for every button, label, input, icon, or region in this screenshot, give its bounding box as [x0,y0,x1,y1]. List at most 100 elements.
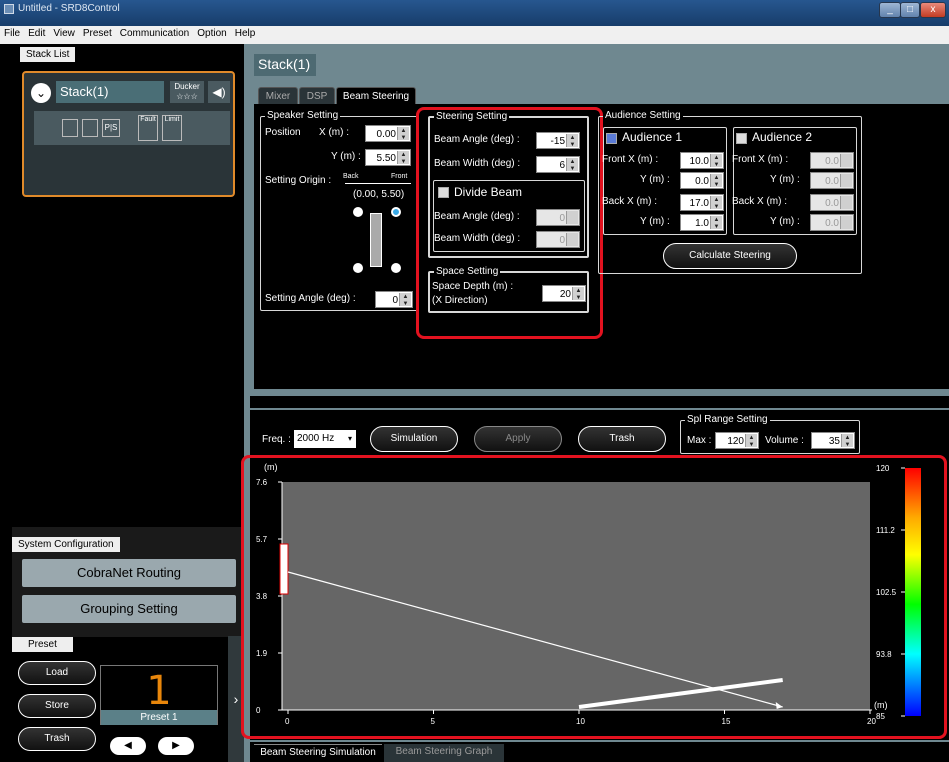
spin-down-icon[interactable]: ▼ [399,135,408,141]
close-button[interactable]: x [920,2,946,18]
a2-front-y-field[interactable]: 0.0 [810,172,854,189]
audience2-group: Audience 2 Front X (m) : 0.0 Y (m) : 0.0… [732,127,857,235]
preset-panel: Preset Load Store Trash 1 Preset 1 ◀ ▶ [12,637,240,762]
tab-preset[interactable]: Preset [12,637,73,652]
ducker-label: Ducker [174,82,200,91]
tab-beam-steering-graph[interactable]: Beam Steering Graph [384,744,504,762]
menu-help[interactable]: Help [231,26,260,41]
spin-down-icon[interactable]: ▼ [574,295,583,301]
menu-preset[interactable]: Preset [79,26,116,41]
spin-down-icon[interactable]: ▼ [568,142,577,148]
next-preset-button[interactable]: ▶ [158,737,194,755]
tab-dsp[interactable]: DSP [299,87,335,105]
a1-front-x-field[interactable]: 10.0 ▲ ▼ [680,152,724,169]
menu-file[interactable]: File [0,26,24,41]
store-button[interactable]: Store [18,694,96,718]
trash-button[interactable]: Trash [578,426,666,452]
apply-button[interactable]: Apply [474,426,562,452]
load-button[interactable]: Load [18,661,96,685]
a2-back-x-label: Back X (m) : [732,196,788,207]
spin-down-icon[interactable]: ▼ [568,166,577,172]
tab-system-configuration[interactable]: System Configuration [12,537,120,552]
tab-stack-list[interactable]: Stack List [20,47,76,62]
origin-point-selected[interactable] [391,207,401,217]
a1-back-y-value: 1.0 [695,218,709,229]
a2-back-x-field[interactable]: 0.0 [810,194,854,211]
menu-edit[interactable]: Edit [24,26,49,41]
audience1-group: Audience 1 Front X (m) : 10.0 ▲ ▼ Y (m) : … [602,127,727,235]
a1-back-x-value: 17.0 [689,198,709,209]
spin-down-icon[interactable]: ▼ [747,442,756,448]
menu-option[interactable]: Option [193,26,230,41]
splitter-bar[interactable] [250,396,949,408]
trash-preset-button[interactable]: Trash [18,727,96,751]
audience1-checkbox[interactable] [606,133,617,144]
volume-field[interactable]: 35 ▲ ▼ [811,432,855,449]
title-bar: Untitled - SRD8Control _ □ x [0,0,949,26]
origin-arrow [345,183,411,184]
minimize-button[interactable]: _ [879,2,901,18]
speaker-y-field[interactable]: 5.50 ▲ ▼ [365,149,411,166]
speaker-x-field[interactable]: 0.00 ▲ ▼ [365,125,411,142]
ducker-indicator: Ducker ☆☆☆ [170,81,204,103]
spin-down-icon[interactable]: ▼ [712,204,721,210]
setting-angle-field[interactable]: 0 ▲ ▼ [375,291,413,308]
audience2-label: Audience 2 [752,130,813,144]
cobranet-routing-button[interactable]: CobraNet Routing [22,559,236,587]
spin-down-icon[interactable]: ▼ [712,182,721,188]
spin-up-icon[interactable]: ▲ [401,294,410,300]
menu-view[interactable]: View [49,26,79,41]
spl-range-group: Spl Range Setting Max : 120 ▲ ▼ Volume : 3… [680,414,860,454]
freq-select[interactable]: 2000 Hz ▾ [294,430,356,448]
spin-up-icon[interactable]: ▲ [399,128,408,134]
a2-front-x-value: 0.0 [825,156,839,167]
spin-down-icon[interactable]: ▼ [712,162,721,168]
spin-up-icon[interactable]: ▲ [712,175,721,181]
maximize-button[interactable]: □ [900,2,920,18]
spin-up-icon[interactable]: ▲ [399,152,408,158]
simulation-button[interactable]: Simulation [370,426,458,452]
spin-up-icon[interactable]: ▲ [712,197,721,203]
spin-down-icon[interactable]: ▼ [843,442,852,448]
preset-display: 1 Preset 1 [100,665,218,725]
spin-up-icon[interactable]: ▲ [712,155,721,161]
limit-label: Limit [164,116,180,123]
audience2-checkbox[interactable] [736,133,747,144]
max-field[interactable]: 120 ▲ ▼ [715,432,759,449]
prev-preset-button[interactable]: ◀ [110,737,146,755]
calculate-steering-button[interactable]: Calculate Steering [663,243,797,269]
stack-card[interactable]: ⌄ Stack(1) Ducker ☆☆☆ ◀) P|S Fault Limit [22,71,235,197]
a1-front-y-field[interactable]: 0.0 ▲ ▼ [680,172,724,189]
spl-range-title: Spl Range Setting [685,414,770,425]
limit-indicator: Limit [162,115,182,141]
tab-mixer[interactable]: Mixer [258,87,298,105]
tab-beam-steering[interactable]: Beam Steering [336,87,416,105]
origin-label: Setting Origin : [265,175,332,186]
setting-angle-label: Setting Angle (deg) : [265,293,356,304]
speaker-array-icon [370,213,382,267]
volume-value: 35 [828,436,840,447]
spin-down-icon[interactable]: ▼ [712,224,721,230]
a2-back-y-field[interactable]: 0.0 [810,214,854,231]
spin-up-icon[interactable]: ▲ [574,288,583,294]
spin-up-icon[interactable]: ▲ [568,159,577,165]
speaker-diagram [353,207,403,275]
x-label: X (m) : [319,127,349,138]
a2-front-x-field[interactable]: 0.0 [810,152,854,169]
menu-communication[interactable]: Communication [116,26,193,41]
origin-point[interactable] [353,207,363,217]
speaker-icon[interactable]: ◀) [208,81,230,103]
spin-up-icon[interactable]: ▲ [568,135,577,141]
spin-up-icon[interactable]: ▲ [747,435,756,441]
spin-up-icon[interactable]: ▲ [843,435,852,441]
spin-down-icon[interactable]: ▼ [399,159,408,165]
a1-back-y-field[interactable]: 1.0 ▲ ▼ [680,214,724,231]
tab-beam-steering-simulation[interactable]: Beam Steering Simulation [254,744,382,762]
origin-point[interactable] [353,263,363,273]
spin-up-icon[interactable]: ▲ [712,217,721,223]
grouping-setting-button[interactable]: Grouping Setting [22,595,236,623]
chevron-down-icon[interactable]: ⌄ [31,83,51,103]
a1-back-x-field[interactable]: 17.0 ▲ ▼ [680,194,724,211]
spin-down-icon[interactable]: ▼ [401,301,410,307]
origin-point[interactable] [391,263,401,273]
